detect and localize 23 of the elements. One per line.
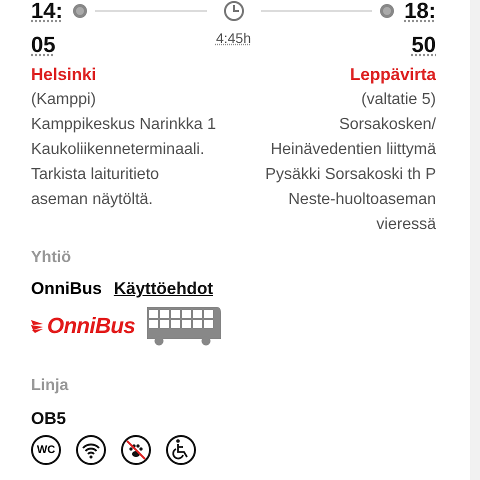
wheelchair-icon bbox=[166, 435, 196, 465]
bus-icon bbox=[145, 305, 224, 347]
section-heading: Yhtiö bbox=[31, 248, 72, 268]
arrival-stop-text: (valtatie 5) bbox=[360, 90, 436, 110]
departure-stop-text: (Kamppi) bbox=[31, 90, 97, 110]
terms-link[interactable]: Käyttöehdot bbox=[114, 279, 214, 299]
departure-city: Helsinki bbox=[31, 64, 98, 86]
arrival-time: 18:50 bbox=[403, 0, 436, 59]
wifi-icon bbox=[76, 435, 106, 465]
section-heading: Linja bbox=[31, 376, 70, 396]
wc-icon: WC bbox=[31, 435, 61, 465]
arrival-city: Leppävirta bbox=[349, 64, 436, 86]
departure-stop-text: Kamppikeskus Narinkka 1 Kaukoliikenneterminaali. Tarkista laituritieto aseman näytöltä. bbox=[31, 115, 217, 210]
duration: 4:45h bbox=[216, 30, 252, 46]
line-code: OB5 bbox=[31, 409, 67, 429]
stop-dot-icon bbox=[73, 4, 87, 18]
no-pets-icon bbox=[121, 435, 151, 465]
stop-dot-icon bbox=[380, 4, 394, 18]
company-name: OnniBus bbox=[31, 279, 102, 299]
company-logo: OnniBus bbox=[31, 313, 136, 339]
arrival-stop-text: Sorsakosken/ Heinävedentien liittymä Pysäkki Sorsakoski th P Neste-huoltoaseman vieressä bbox=[264, 115, 436, 235]
clock-icon bbox=[222, 0, 244, 22]
departure-time: 14:05 bbox=[31, 0, 64, 59]
